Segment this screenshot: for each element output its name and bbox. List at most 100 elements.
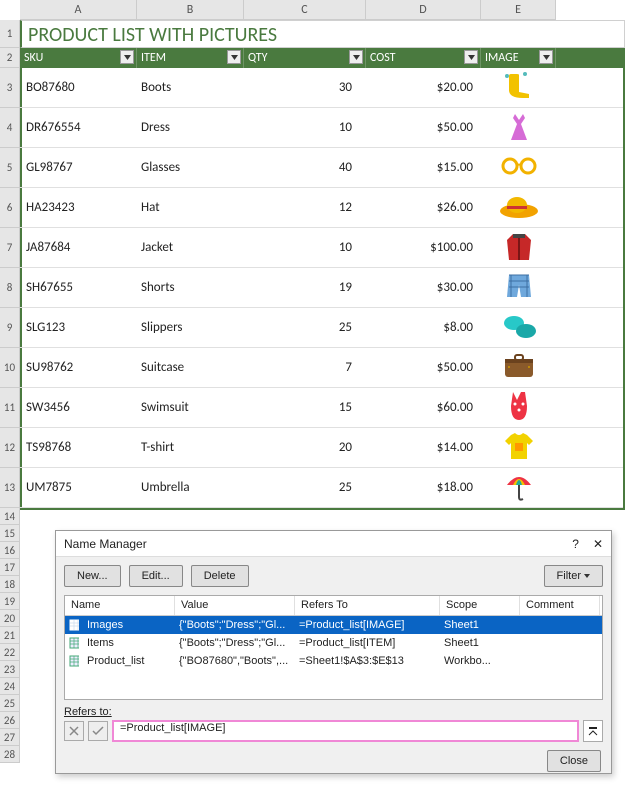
cell-qty[interactable]: 40 bbox=[244, 148, 366, 187]
row-header-1[interactable]: 1 bbox=[0, 20, 20, 48]
cell-image[interactable] bbox=[481, 388, 556, 427]
row-header-15[interactable]: 15 bbox=[0, 525, 20, 542]
edit-button[interactable]: Edit... bbox=[129, 565, 183, 587]
cell-item[interactable]: Glasses bbox=[137, 148, 244, 187]
close-button[interactable]: Close bbox=[547, 750, 601, 772]
col-header-E[interactable]: E bbox=[481, 0, 556, 20]
row-header-12[interactable]: 12 bbox=[0, 428, 20, 468]
cell-item[interactable]: Boots bbox=[137, 68, 244, 107]
cell-cost[interactable]: $20.00 bbox=[366, 68, 481, 107]
cell-item[interactable]: Swimsuit bbox=[137, 388, 244, 427]
cell-qty[interactable]: 10 bbox=[244, 228, 366, 267]
row-header-4[interactable]: 4 bbox=[0, 108, 20, 148]
cell-item[interactable]: Hat bbox=[137, 188, 244, 227]
cell-cost[interactable]: $100.00 bbox=[366, 228, 481, 267]
cell-cost[interactable]: $8.00 bbox=[366, 308, 481, 347]
filter-button-item[interactable] bbox=[227, 50, 241, 64]
cell-image[interactable] bbox=[481, 268, 556, 307]
table-row[interactable]: JA87684Jacket10$100.00 bbox=[20, 228, 623, 268]
row-header-6[interactable]: 6 bbox=[0, 188, 20, 228]
cell-sku[interactable]: GL98767 bbox=[20, 148, 137, 187]
cancel-refers-button[interactable] bbox=[64, 721, 84, 741]
dialog-titlebar[interactable]: Name Manager ? ✕ bbox=[56, 531, 611, 557]
new-button[interactable]: New... bbox=[64, 565, 121, 587]
filter-button-qty[interactable] bbox=[349, 50, 363, 64]
cell-qty[interactable]: 30 bbox=[244, 68, 366, 107]
cell-image[interactable] bbox=[481, 348, 556, 387]
row-header-14[interactable]: 14 bbox=[0, 508, 20, 525]
cell-image[interactable] bbox=[481, 108, 556, 147]
row-header-23[interactable]: 23 bbox=[0, 661, 20, 678]
col-header-C[interactable]: C bbox=[244, 0, 366, 20]
cell-cost[interactable]: $50.00 bbox=[366, 108, 481, 147]
row-header-28[interactable]: 28 bbox=[0, 746, 20, 763]
cell-item[interactable]: Jacket bbox=[137, 228, 244, 267]
column-headers[interactable]: ABCDE bbox=[20, 0, 625, 20]
cell-item[interactable]: T-shirt bbox=[137, 428, 244, 467]
cell-cost[interactable]: $50.00 bbox=[366, 348, 481, 387]
filter-button-cost[interactable] bbox=[464, 50, 478, 64]
row-header-16[interactable]: 16 bbox=[0, 542, 20, 559]
row-header-8[interactable]: 8 bbox=[0, 268, 20, 308]
cell-sku[interactable]: DR676554 bbox=[20, 108, 137, 147]
delete-button[interactable]: Delete bbox=[191, 565, 249, 587]
cell-sku[interactable]: SH67655 bbox=[20, 268, 137, 307]
row-header-2[interactable]: 2 bbox=[0, 48, 20, 68]
table-row[interactable]: UM7875Umbrella25$18.00 bbox=[20, 468, 623, 508]
help-button[interactable]: ? bbox=[572, 537, 579, 551]
filter-button-image[interactable] bbox=[539, 50, 553, 64]
cell-sku[interactable]: TS98768 bbox=[20, 428, 137, 467]
row-header-17[interactable]: 17 bbox=[0, 559, 20, 576]
cell-cost[interactable]: $14.00 bbox=[366, 428, 481, 467]
row-header-3[interactable]: 3 bbox=[0, 68, 20, 108]
collapse-dialog-button[interactable] bbox=[583, 720, 603, 742]
table-row[interactable]: HA23423Hat12$26.00 bbox=[20, 188, 623, 228]
cell-sku[interactable]: UM7875 bbox=[20, 468, 137, 507]
row-headers[interactable]: 1234567891011121314151617181920212223242… bbox=[0, 20, 20, 763]
row-header-5[interactable]: 5 bbox=[0, 148, 20, 188]
cell-image[interactable] bbox=[481, 428, 556, 467]
name-row-Items[interactable]: Items{"Boots";"Dress";"Gl...=Product_lis… bbox=[65, 634, 602, 652]
cell-item[interactable]: Suitcase bbox=[137, 348, 244, 387]
cell-sku[interactable]: BO87680 bbox=[20, 68, 137, 107]
cell-cost[interactable]: $26.00 bbox=[366, 188, 481, 227]
cell-item[interactable]: Slippers bbox=[137, 308, 244, 347]
table-row[interactable]: SLG123Slippers25$8.00 bbox=[20, 308, 623, 348]
cell-image[interactable] bbox=[481, 68, 556, 107]
close-icon[interactable]: ✕ bbox=[593, 537, 603, 551]
cell-image[interactable] bbox=[481, 468, 556, 507]
list-header[interactable]: Name Value Refers To Scope Comment bbox=[65, 596, 602, 616]
col-header-A[interactable]: A bbox=[20, 0, 137, 20]
cell-sku[interactable]: JA87684 bbox=[20, 228, 137, 267]
filter-button[interactable]: Filter bbox=[544, 565, 603, 587]
filter-button-sku[interactable] bbox=[120, 50, 134, 64]
col-header-B[interactable]: B bbox=[137, 0, 244, 20]
names-list[interactable]: Name Value Refers To Scope Comment Image… bbox=[64, 595, 603, 700]
cell-qty[interactable]: 12 bbox=[244, 188, 366, 227]
table-row[interactable]: TS98768T-shirt20$14.00 bbox=[20, 428, 623, 468]
row-header-26[interactable]: 26 bbox=[0, 712, 20, 729]
cell-qty[interactable]: 25 bbox=[244, 308, 366, 347]
row-header-20[interactable]: 20 bbox=[0, 610, 20, 627]
row-header-11[interactable]: 11 bbox=[0, 388, 20, 428]
cell-cost[interactable]: $18.00 bbox=[366, 468, 481, 507]
cell-sku[interactable]: SU98762 bbox=[20, 348, 137, 387]
table-row[interactable]: BO87680Boots30$20.00 bbox=[20, 68, 623, 108]
cell-cost[interactable]: $15.00 bbox=[366, 148, 481, 187]
row-header-25[interactable]: 25 bbox=[0, 695, 20, 712]
refers-to-input[interactable]: =Product_list[IMAGE] bbox=[112, 720, 579, 742]
cell-image[interactable] bbox=[481, 148, 556, 187]
table-row[interactable]: SW3456Swimsuit15$60.00 bbox=[20, 388, 623, 428]
cell-item[interactable]: Umbrella bbox=[137, 468, 244, 507]
row-header-18[interactable]: 18 bbox=[0, 576, 20, 593]
row-header-27[interactable]: 27 bbox=[0, 729, 20, 746]
table-row[interactable]: GL98767Glasses40$15.00 bbox=[20, 148, 623, 188]
col-header-D[interactable]: D bbox=[366, 0, 481, 20]
cell-qty[interactable]: 20 bbox=[244, 428, 366, 467]
table-row[interactable]: DR676554Dress10$50.00 bbox=[20, 108, 623, 148]
row-header-19[interactable]: 19 bbox=[0, 593, 20, 610]
cell-qty[interactable]: 10 bbox=[244, 108, 366, 147]
table-row[interactable]: SU98762Suitcase7$50.00 bbox=[20, 348, 623, 388]
row-header-9[interactable]: 9 bbox=[0, 308, 20, 348]
cell-cost[interactable]: $30.00 bbox=[366, 268, 481, 307]
